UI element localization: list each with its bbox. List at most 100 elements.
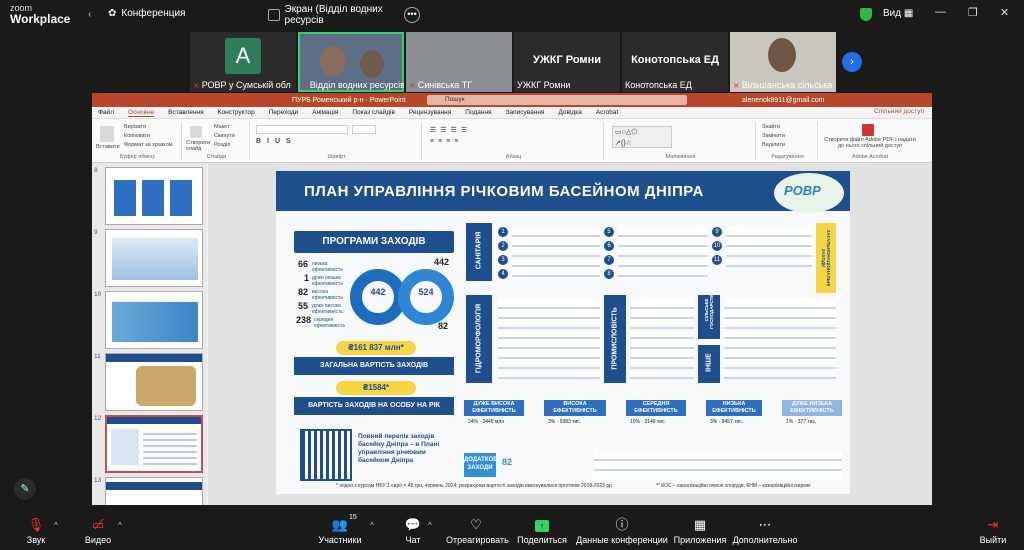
font-name-dropdown[interactable] <box>256 125 348 134</box>
ppt-ribbon: Вставити Вирізати Копіювати Формат за зр… <box>92 119 932 163</box>
share-screen-button[interactable]: ↑ Поделиться <box>516 515 568 545</box>
participant-strip: A ⨯ РОВР у Сумській обл ⨯ Відділ водних ре… <box>190 32 844 92</box>
total-cost-label: ЗАГАЛЬНА ВАРТІСТЬ ЗАХОДІВ <box>294 357 454 375</box>
list-buttons[interactable]: ☰☰☰☰ <box>430 126 471 134</box>
slide-thumbnail[interactable] <box>105 477 203 505</box>
qr-caption: Повний перелік заходів басейну Дніпра – … <box>358 433 440 464</box>
powerpoint-window: ПУРБ Роменський р-н · PowerPoint Пошук a… <box>92 93 932 505</box>
menu-file[interactable]: Файл <box>98 109 114 116</box>
annotate-pen-icon[interactable]: ✎ <box>14 478 36 500</box>
participant-tile[interactable]: A ⨯ РОВР у Сумській обл <box>190 32 296 92</box>
font-size-dropdown[interactable] <box>352 125 376 134</box>
per-person-value: ₴1584* <box>336 381 416 395</box>
efficiency-medium: СЕРЕДНЯ ЕФЕКТИВНІСТЬ <box>626 400 686 416</box>
meeting-info-button[interactable]: ⓘ Данные конференции <box>576 515 668 545</box>
ribbon-drawing: ▭○△⬠ ↗{}☆ Малювання <box>606 122 756 160</box>
share-arrow-icon: ↑ <box>535 520 549 532</box>
screen-options-icon[interactable]: ••• <box>404 7 420 23</box>
menu-record[interactable]: Записування <box>506 109 545 116</box>
audio-button[interactable]: 🎙 Звук <box>18 515 54 545</box>
chat-chevron-icon[interactable]: ^ <box>428 521 432 530</box>
conference-tab[interactable]: ✿ Конференция <box>108 8 185 19</box>
participants-chevron-icon[interactable]: ^ <box>370 521 374 530</box>
avatar: A <box>225 38 261 74</box>
slide-thumbnail-selected[interactable] <box>105 415 203 473</box>
view-button[interactable]: Вид ▦ <box>883 8 913 19</box>
ribbon-acrobat: Створити файл Adobe PDF і надати до ньог… <box>820 122 920 160</box>
slide-thumbnail[interactable] <box>105 353 203 411</box>
apps-button[interactable]: ▦ Приложения <box>672 515 728 545</box>
screen-icon <box>268 9 280 21</box>
ribbon-slides: Створити слайд Макет Скинути Розділ Слай… <box>184 122 250 160</box>
next-page-chevron-icon[interactable]: › <box>842 52 862 72</box>
pdf-icon[interactable] <box>862 124 874 136</box>
slide-thumbnail[interactable] <box>105 229 203 287</box>
title-bar: zoom Workplace ‹ ✿ Конференция Экран (Ві… <box>0 0 1024 30</box>
participants-button[interactable]: 👥 Участники <box>314 515 366 545</box>
participant-tile[interactable]: ⨯ Синівська ТГ <box>406 32 512 92</box>
donut-chart-524: 524 <box>398 269 454 325</box>
close-icon[interactable]: ✕ <box>1000 6 1009 19</box>
participant-tile-active[interactable]: ⨯Відділ водних ресурсів Р... <box>298 32 404 92</box>
app-logo: zoom Workplace <box>10 3 71 26</box>
paste-icon[interactable] <box>100 126 114 142</box>
share-button[interactable]: Спільний доступ <box>874 108 924 115</box>
current-slide[interactable]: ПЛАН УПРАВЛІННЯ РІЧКОВИМ БАСЕЙНОМ ДНІПРА… <box>276 171 850 494</box>
participant-tile[interactable]: УЖКГ Ромни УЖКГ Ромни <box>514 32 620 92</box>
menu-acrobat[interactable]: Acrobat <box>596 109 618 116</box>
rovr-logo: РОВР <box>774 173 844 213</box>
menu-help[interactable]: Довідка <box>558 109 581 116</box>
font-style-buttons[interactable]: BIUS <box>256 138 297 145</box>
chat-button[interactable]: 💬 Чат <box>398 515 428 545</box>
efficiency-very-low: ДУЖЕ НИЗЬКА ЕФЕКТИВНІСТЬ <box>782 400 842 416</box>
menu-insert[interactable]: Вставлення <box>168 109 204 116</box>
mic-muted-icon: ⨯ <box>409 80 416 90</box>
menu-slideshow[interactable]: Показ слайдів <box>352 109 395 116</box>
back-chevron-icon[interactable]: ‹ <box>88 9 91 20</box>
shapes-gallery[interactable]: ▭○△⬠ ↗{}☆ <box>612 126 672 148</box>
minimize-icon[interactable]: — <box>935 6 946 19</box>
paw-icon: ✿ <box>108 8 117 19</box>
menu-review[interactable]: Рецензування <box>409 109 451 116</box>
apps-grid-icon: ▦ <box>693 517 707 532</box>
slide-title: ПЛАН УПРАВЛІННЯ РІЧКОВИМ БАСЕЙНОМ ДНІПРА <box>304 183 704 200</box>
menu-transitions[interactable]: Переходи <box>269 109 298 116</box>
video-off-icon: ▭̸ <box>91 517 105 532</box>
slide-canvas: ПЛАН УПРАВЛІННЯ РІЧКОВИМ БАСЕЙНОМ ДНІПРА… <box>208 163 932 505</box>
participant-tile[interactable]: Конотопська ЕД Конотопська ЕД <box>622 32 728 92</box>
leave-button[interactable]: ⇥ Выйти <box>976 515 1010 545</box>
menu-home[interactable]: Основне <box>127 109 155 117</box>
video-options-chevron-icon[interactable]: ^ <box>118 521 122 530</box>
menu-design[interactable]: Конструктор <box>218 109 255 116</box>
efficiency-low: НИЗЬКА ЕФЕКТИВНІСТЬ <box>706 400 762 416</box>
mic-muted-icon: ⨯ <box>733 80 740 90</box>
more-button[interactable]: ⋯ Дополнительно <box>732 515 798 545</box>
restore-icon[interactable]: ❐ <box>968 6 978 19</box>
new-slide-icon[interactable] <box>190 126 202 138</box>
efficiency-very-high: ДУЖЕ ВИСОКА ЕФЕКТИВНІСТЬ <box>464 400 524 416</box>
audio-options-chevron-icon[interactable]: ^ <box>54 521 58 530</box>
participants-icon: 👥 <box>331 517 349 532</box>
menu-view[interactable]: Подання <box>465 109 491 116</box>
more-dots-icon: ⋯ <box>758 517 772 532</box>
participant-tile[interactable]: ⨯ Вільшанська сільська ... <box>730 32 836 92</box>
ppt-menu-bar: Файл Основне Вставлення Конструктор Пере… <box>92 107 932 119</box>
slide-thumbnail[interactable] <box>105 291 203 349</box>
info-icon: ⓘ <box>615 517 629 532</box>
section-other: ІНШЕ <box>698 345 720 383</box>
ribbon-paragraph: ☰☰☰☰ ≡≡≡≡ Абзац <box>424 122 604 160</box>
slide-thumbnail[interactable] <box>105 167 203 225</box>
react-button[interactable]: ♡ Отреагировать <box>446 515 509 545</box>
align-buttons[interactable]: ≡≡≡≡ <box>430 138 462 145</box>
mic-muted-icon: ⨯ <box>301 80 308 90</box>
chat-icon: 💬 <box>404 517 422 532</box>
section-agriculture: СІЛЬСЬКЕ ГОСПОДАРСТВО <box>698 291 720 339</box>
total-cost-value: ₴161 837 млн* <box>336 341 416 355</box>
video-button[interactable]: ▭̸ Видео <box>80 515 116 545</box>
screen-share-label[interactable]: Экран (Відділ водних ресурсів <box>268 4 418 26</box>
menu-animations[interactable]: Анімація <box>312 109 338 116</box>
security-shield-icon[interactable] <box>860 8 872 21</box>
per-person-label: ВАРТІСТЬ ЗАХОДІВ НА ОСОБУ НА РІК <box>294 397 454 415</box>
ppt-search-box[interactable]: Пошук <box>427 95 687 105</box>
qr-code-icon[interactable] <box>300 429 352 481</box>
